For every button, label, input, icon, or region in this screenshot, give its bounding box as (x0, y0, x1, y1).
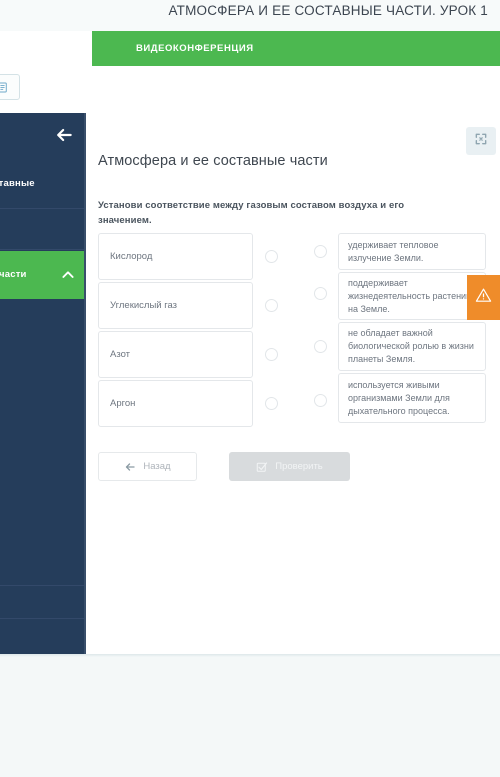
check-button-label: Проверить (275, 461, 323, 472)
page-title: АТМОСФЕРА И ЕЕ СОСТАВНЫЕ ЧАСТИ. УРОК 1 (168, 3, 488, 18)
tab-strip: РОК ВИДЕОКОНФЕРЕНЦИЯ (0, 31, 500, 66)
term-label: Углекислый газ (110, 300, 178, 311)
sidebar-item-topic-label: ее составные (0, 177, 35, 189)
check-button[interactable]: Проверить (229, 452, 350, 481)
term-connector-dot[interactable] (265, 397, 278, 410)
sidebar-item-current-lesson-label: а и ее части (0, 269, 27, 280)
document-icon-button[interactable] (0, 74, 20, 100)
definition-connector-dot[interactable] (314, 245, 327, 258)
fullscreen-expand-icon (474, 132, 488, 151)
arrow-left-icon (124, 461, 136, 473)
sidebar-item-extra[interactable] (0, 620, 84, 654)
term-connector-dot[interactable] (265, 299, 278, 312)
task-prompt: Установи соответствие между газовым сост… (98, 200, 405, 226)
definition-box[interactable]: используется живыми организмами Земли дл… (338, 373, 486, 423)
tab-videoconference[interactable]: ВИДЕОКОНФЕРЕНЦИЯ (92, 31, 500, 66)
back-button[interactable]: Назад (98, 452, 197, 481)
term-label: Азот (110, 349, 131, 360)
lesson-title: Атмосфера и ее составные части (98, 153, 328, 169)
definition-box[interactable]: удерживает тепловое излучение Земли. (338, 233, 486, 270)
term-label: Аргон (110, 398, 136, 409)
term-label: Кислород (110, 251, 153, 262)
term-box[interactable]: Аргон (98, 380, 253, 427)
definition-label: удерживает тепловое излучение Земли. (348, 239, 439, 263)
definition-connector-dot[interactable] (314, 287, 327, 300)
definition-box[interactable]: поддерживает жизнедеятельность растений … (338, 272, 486, 320)
term-connector-dot[interactable] (265, 250, 278, 263)
term-box[interactable]: Кислород (98, 233, 253, 280)
warning-badge-button[interactable] (467, 275, 500, 320)
checkbox-check-icon (256, 461, 268, 473)
term-box[interactable]: Углекислый газ (98, 282, 253, 329)
matching-exercise: Кислород Углекислый газ Азот Аргон удерж… (98, 233, 500, 433)
definition-label: используется живыми организмами Земли дл… (348, 379, 450, 416)
sidebar: ее составные рока а и ее части нка (0, 113, 86, 654)
sidebar-item-topic[interactable]: ее составные (0, 159, 84, 209)
term-box[interactable]: Азот (98, 331, 253, 378)
top-banner: АТМОСФЕРА И ЕЕ СОСТАВНЫЕ ЧАСТИ. УРОК 1 (0, 0, 500, 31)
definition-connector-dot[interactable] (314, 340, 327, 353)
arrow-left-icon[interactable] (54, 125, 74, 145)
sidebar-back-row[interactable] (0, 113, 84, 159)
term-connector-dot[interactable] (265, 348, 278, 361)
fullscreen-button[interactable] (466, 127, 496, 155)
sidebar-item-grade[interactable]: нка (0, 585, 84, 619)
tab-lesson[interactable]: РОК (0, 31, 90, 66)
definition-label: не обладает важной биологической ролью в… (348, 328, 474, 364)
document-icon (0, 82, 8, 93)
definition-label: поддерживает жизнедеятельность растений … (348, 277, 472, 314)
chevron-up-icon (60, 267, 76, 283)
sheet-bottom-shadow (0, 654, 500, 657)
warning-triangle-icon (475, 287, 492, 309)
definition-box[interactable]: не обладает важной биологической ролью в… (338, 322, 486, 371)
tab-videoconference-label: ВИДЕОКОНФЕРЕНЦИЯ (136, 43, 254, 54)
main-content: Атмосфера и ее составные части Установи … (88, 113, 500, 654)
sidebar-item-lesson[interactable]: рока (0, 210, 84, 250)
back-button-label: Назад (143, 461, 171, 472)
sidebar-item-current-lesson[interactable]: а и ее части (0, 251, 84, 299)
definition-connector-dot[interactable] (314, 394, 327, 407)
